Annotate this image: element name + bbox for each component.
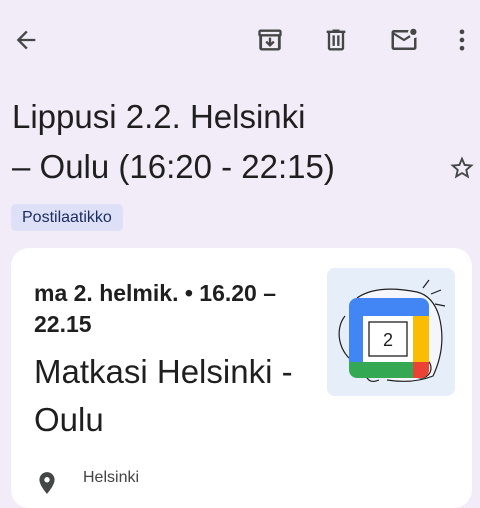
label-chip-inbox[interactable]: Postilaatikko — [11, 204, 123, 231]
more-vert-icon — [459, 29, 465, 51]
arrow-left-icon — [16, 30, 36, 50]
email-subject-line-1: Lippusi 2.2. Helsinki — [12, 98, 306, 135]
star-button[interactable] — [442, 148, 480, 188]
event-location: Helsinki — [83, 469, 140, 486]
email-subject-line-2: – Oulu (16:20 - 22:15) — [12, 148, 335, 185]
archive-icon — [258, 29, 282, 51]
calendar-illustration-icon: 2 — [338, 279, 446, 382]
calendar-day-number: 2 — [383, 330, 393, 350]
back-button[interactable] — [6, 20, 46, 60]
mail-unread-icon — [391, 28, 417, 50]
event-card[interactable]: ma 2. helmik. • 16.20 – 22.15 Matkasi He… — [11, 248, 472, 508]
mark-unread-button[interactable] — [384, 20, 424, 60]
more-options-button[interactable] — [442, 20, 480, 60]
trash-icon — [326, 29, 346, 51]
top-app-bar — [0, 0, 480, 80]
event-time: ma 2. helmik. • 16.20 – 22.15 — [34, 280, 277, 337]
google-calendar-illustration: 2 — [327, 268, 455, 396]
location-pin-icon — [39, 472, 55, 494]
event-title: Matkasi Helsinki - Oulu — [34, 353, 293, 438]
delete-button[interactable] — [316, 20, 356, 60]
email-subject: Lippusi 2.2. Helsinki – Oulu (16:20 - 22… — [12, 92, 432, 192]
star-outline-icon — [450, 156, 474, 179]
archive-button[interactable] — [250, 20, 290, 60]
